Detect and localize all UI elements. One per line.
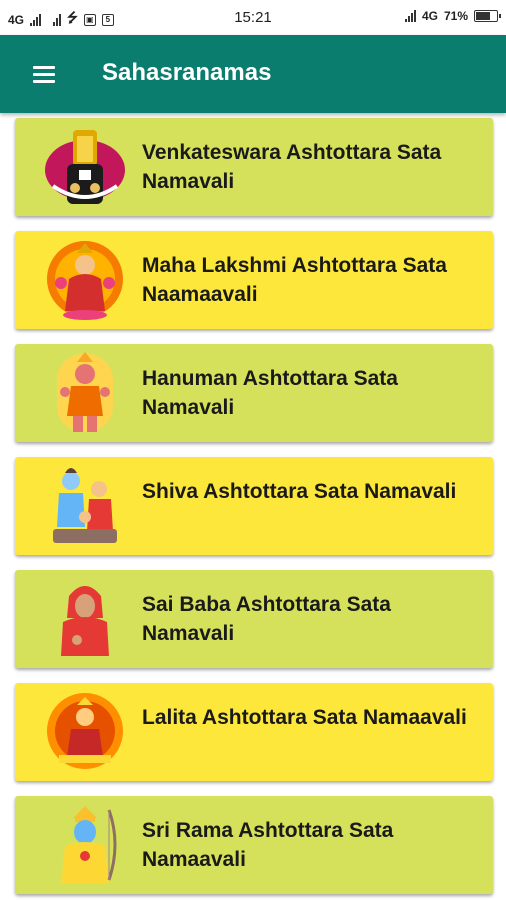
lalita-image xyxy=(47,693,123,769)
lakshmi-image xyxy=(47,241,123,320)
battery-icon xyxy=(474,10,501,22)
list-item-lalita[interactable]: Lalita Ashtottara Sata Namaavali xyxy=(15,683,493,781)
signal-icon-right xyxy=(404,10,416,22)
hamburger-menu-icon[interactable] xyxy=(30,64,60,86)
list-item-label: Venkateswara Ashtottara Sata Namavali xyxy=(142,141,442,193)
list-item-label: Hanuman Ashtottara Sata Namavali xyxy=(142,367,398,419)
list-item-maha-lakshmi[interactable]: Maha Lakshmi Ashtottara Sata Naamaavali xyxy=(15,231,493,329)
list-item-shiva[interactable]: Shiva Ashtottara Sata Namavali xyxy=(15,457,493,555)
list-item-label: Maha Lakshmi Ashtottara Sata Naamaavali xyxy=(142,254,447,306)
battery-fill xyxy=(476,12,491,20)
list-item-label: Sri Rama Ashtottara Sata Namaavali xyxy=(142,819,394,871)
venkateswara-image xyxy=(45,130,125,204)
status-right: 4G 71% xyxy=(404,9,501,23)
list-item-hanuman[interactable]: Hanuman Ashtottara Sata Namavali xyxy=(15,344,493,442)
list-item-label: Lalita Ashtottara Sata Namaavali xyxy=(142,706,467,729)
network-type-right: 4G xyxy=(421,9,438,23)
list-item-sai-baba[interactable]: Sai Baba Ashtottara Sata Namavali xyxy=(15,570,493,668)
list-item-label: Shiva Ashtottara Sata Namavali xyxy=(142,480,457,503)
sai-baba-image xyxy=(61,586,109,656)
page-title: Sahasranamas xyxy=(102,59,272,86)
battery-percent: 71% xyxy=(443,9,468,23)
list-item-label: Sai Baba Ashtottara Sata Namavali xyxy=(142,593,391,645)
sri-rama-image xyxy=(61,806,117,884)
list-item-sri-rama[interactable]: Sri Rama Ashtottara Sata Namaavali xyxy=(15,796,493,894)
status-bar: 4G ⭍ ▣ 5 15:21 4G 71% xyxy=(0,0,506,35)
app-bar: Sahasranamas xyxy=(0,35,506,113)
list-item-venkateswara[interactable]: Venkateswara Ashtottara Sata Namavali xyxy=(15,118,493,216)
shiva-image xyxy=(53,468,117,543)
hanuman-image xyxy=(57,352,113,432)
